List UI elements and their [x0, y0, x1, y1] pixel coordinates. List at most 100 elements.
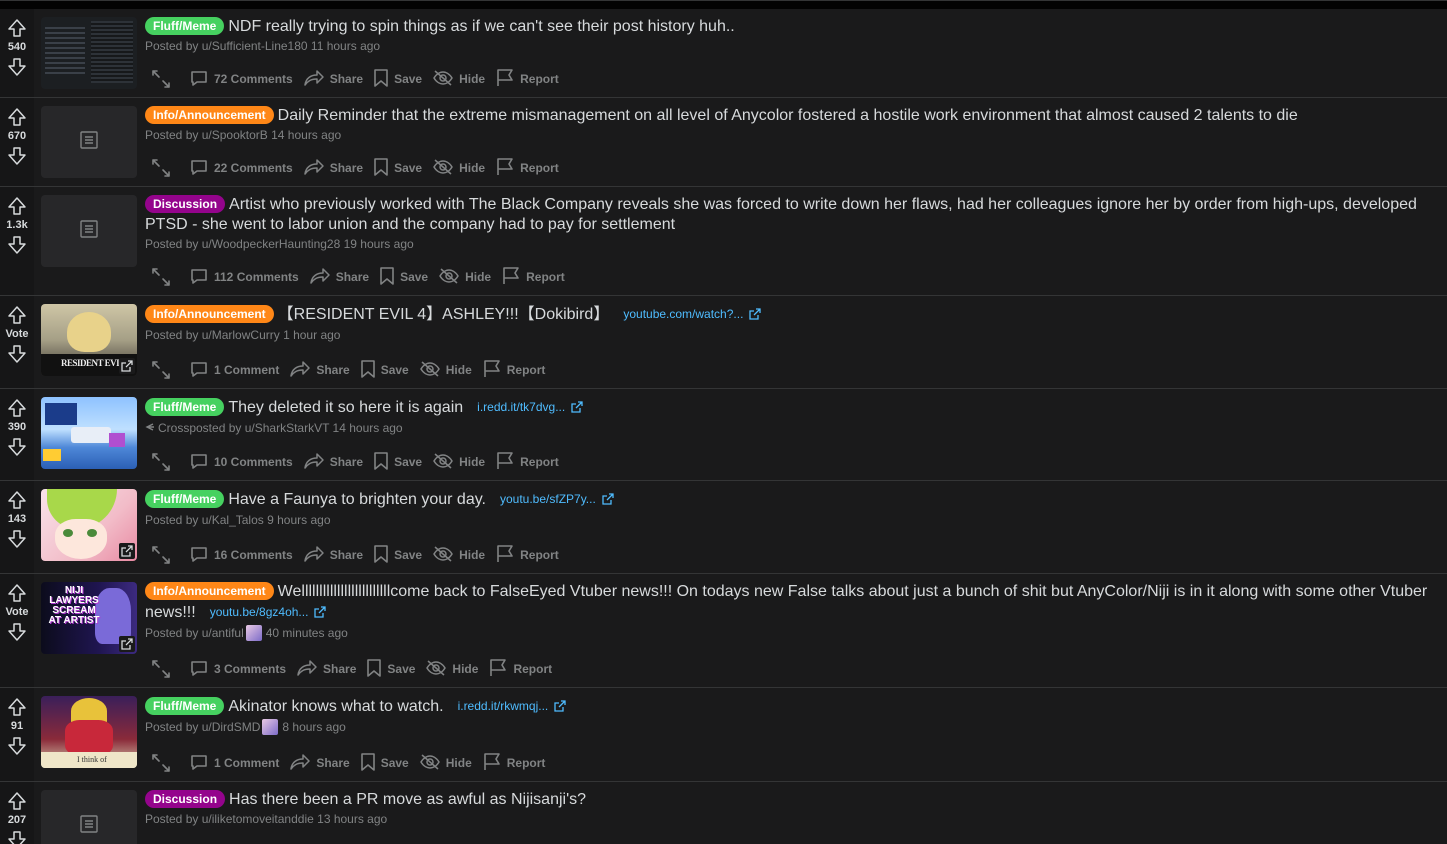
save-button[interactable]: Save [373, 544, 432, 567]
downvote-icon[interactable] [5, 234, 29, 256]
post-title[interactable]: Welllllllllllllllllllllllllcome back to … [145, 583, 1427, 621]
share-button[interactable]: Share [296, 658, 366, 681]
post-thumbnail[interactable]: I think of [41, 696, 137, 768]
report-button[interactable]: Report [501, 266, 575, 289]
post-title[interactable]: Has there been a PR move as awful as Nij… [229, 791, 586, 808]
author-link[interactable]: u/MarlowCurry [202, 328, 280, 342]
expand-icon[interactable] [145, 359, 181, 381]
post-title[interactable]: NDF really trying to spin things as if w… [228, 18, 734, 35]
post-card[interactable]: Vote NIJI LAWYERS SCREAM AT ARTIST Info/An… [0, 574, 1447, 688]
comments-button[interactable]: 22 Comments [189, 157, 303, 180]
hide-button[interactable]: Hide [432, 545, 495, 566]
flair-badge[interactable]: Fluff/Meme [145, 490, 225, 508]
video-thumbnail[interactable] [41, 489, 137, 561]
text-post-thumbnail[interactable] [41, 790, 137, 844]
flair-badge[interactable]: Info/Announcement [145, 305, 274, 323]
share-button[interactable]: Share [309, 266, 379, 289]
post-title[interactable]: Have a Faunya to brighten your day. [228, 491, 486, 508]
expand-icon[interactable] [145, 658, 181, 680]
post-card[interactable]: 143 Fluff/Meme Have a Faunya to brighten y… [0, 481, 1447, 574]
downvote-icon[interactable] [5, 735, 29, 757]
expand-icon[interactable] [145, 752, 181, 774]
save-button[interactable]: Save [373, 451, 432, 474]
external-link[interactable]: i.redd.it/tk7dvg... [477, 400, 583, 414]
upvote-icon[interactable] [5, 696, 29, 718]
downvote-icon[interactable] [5, 829, 29, 844]
hide-button[interactable]: Hide [432, 452, 495, 473]
post-card[interactable]: 91 I think of Fluff/Meme Akinator knows wha… [0, 688, 1447, 782]
expand-icon[interactable] [145, 68, 181, 90]
author-link[interactable]: u/Sufficient-Line180 [202, 39, 308, 53]
external-link[interactable]: youtube.com/watch?... [623, 307, 762, 321]
downvote-icon[interactable] [5, 343, 29, 365]
share-button[interactable]: Share [303, 157, 373, 180]
upvote-icon[interactable] [5, 106, 29, 128]
expand-icon[interactable] [145, 451, 181, 473]
report-button[interactable]: Report [482, 752, 556, 775]
post-thumbnail[interactable] [41, 397, 137, 469]
post-thumbnail[interactable] [41, 17, 137, 89]
author-link[interactable]: u/Kal_Talos [202, 513, 264, 527]
upvote-icon[interactable] [5, 790, 29, 812]
hide-button[interactable]: Hide [419, 753, 482, 774]
comments-button[interactable]: 1 Comment [189, 752, 289, 775]
comments-button[interactable]: 1 Comment [189, 359, 289, 382]
report-button[interactable]: Report [482, 359, 556, 382]
downvote-icon[interactable] [5, 56, 29, 78]
post-card[interactable]: 540 Fluff/Meme NDF really trying to spin t… [0, 9, 1447, 98]
external-link[interactable]: youtu.be/sfZP7y... [500, 492, 614, 506]
report-button[interactable]: Report [495, 544, 569, 567]
video-thumbnail[interactable]: RESIDENT EVIL 4 [41, 304, 137, 376]
flair-badge[interactable]: Fluff/Meme [145, 398, 225, 416]
author-link[interactable]: u/SharkStarkVT [245, 421, 329, 435]
upvote-icon[interactable] [5, 195, 29, 217]
post-title[interactable]: 【RESIDENT EVIL 4】ASHLEY!!!【Dokibird】 [278, 306, 610, 323]
post-card[interactable]: 670 Info/Announcement Daily Reminder that … [0, 98, 1447, 187]
hide-button[interactable]: Hide [425, 659, 488, 680]
save-button[interactable]: Save [373, 68, 432, 91]
author-link[interactable]: u/WoodpeckerHaunting28 [202, 237, 341, 251]
upvote-icon[interactable] [5, 304, 29, 326]
upvote-icon[interactable] [5, 17, 29, 39]
share-button[interactable]: Share [303, 451, 373, 474]
save-button[interactable]: Save [379, 266, 438, 289]
post-title[interactable]: Artist who previously worked with The Bl… [145, 196, 1417, 233]
share-button[interactable]: Share [289, 752, 359, 775]
post-title[interactable]: They deleted it so here it is again [228, 399, 463, 416]
video-thumbnail[interactable]: NIJI LAWYERS SCREAM AT ARTIST [41, 582, 137, 654]
save-button[interactable]: Save [366, 658, 425, 681]
comments-button[interactable]: 112 Comments [189, 266, 309, 289]
upvote-icon[interactable] [5, 582, 29, 604]
hide-button[interactable]: Hide [432, 158, 495, 179]
downvote-icon[interactable] [5, 436, 29, 458]
save-button[interactable]: Save [373, 157, 432, 180]
flair-badge[interactable]: Discussion [145, 195, 226, 213]
hide-button[interactable]: Hide [432, 69, 495, 90]
downvote-icon[interactable] [5, 528, 29, 550]
flair-badge[interactable]: Fluff/Meme [145, 697, 225, 715]
hide-button[interactable]: Hide [419, 360, 482, 381]
expand-icon[interactable] [145, 157, 181, 179]
post-card[interactable]: 207 Discussion Has there been a PR move as… [0, 782, 1447, 844]
flair-badge[interactable]: Fluff/Meme [145, 17, 225, 35]
text-post-thumbnail[interactable] [41, 195, 137, 267]
share-button[interactable]: Share [303, 68, 373, 91]
report-button[interactable]: Report [495, 451, 569, 474]
report-button[interactable]: Report [495, 68, 569, 91]
save-button[interactable]: Save [360, 752, 419, 775]
report-button[interactable]: Report [495, 157, 569, 180]
downvote-icon[interactable] [5, 621, 29, 643]
comments-button[interactable]: 16 Comments [189, 544, 303, 567]
text-post-thumbnail[interactable] [41, 106, 137, 178]
share-button[interactable]: Share [289, 359, 359, 382]
report-button[interactable]: Report [488, 658, 562, 681]
upvote-icon[interactable] [5, 397, 29, 419]
flair-badge[interactable]: Info/Announcement [145, 582, 274, 600]
flair-badge[interactable]: Discussion [145, 790, 226, 808]
comments-button[interactable]: 10 Comments [189, 451, 303, 474]
post-card[interactable]: 1.3k Discussion Artist who previously work… [0, 187, 1447, 296]
post-title[interactable]: Daily Reminder that the extreme mismanag… [278, 107, 1298, 124]
author-link[interactable]: u/antiful [202, 626, 244, 640]
post-title[interactable]: Akinator knows what to watch. [228, 698, 443, 715]
expand-icon[interactable] [145, 266, 181, 288]
